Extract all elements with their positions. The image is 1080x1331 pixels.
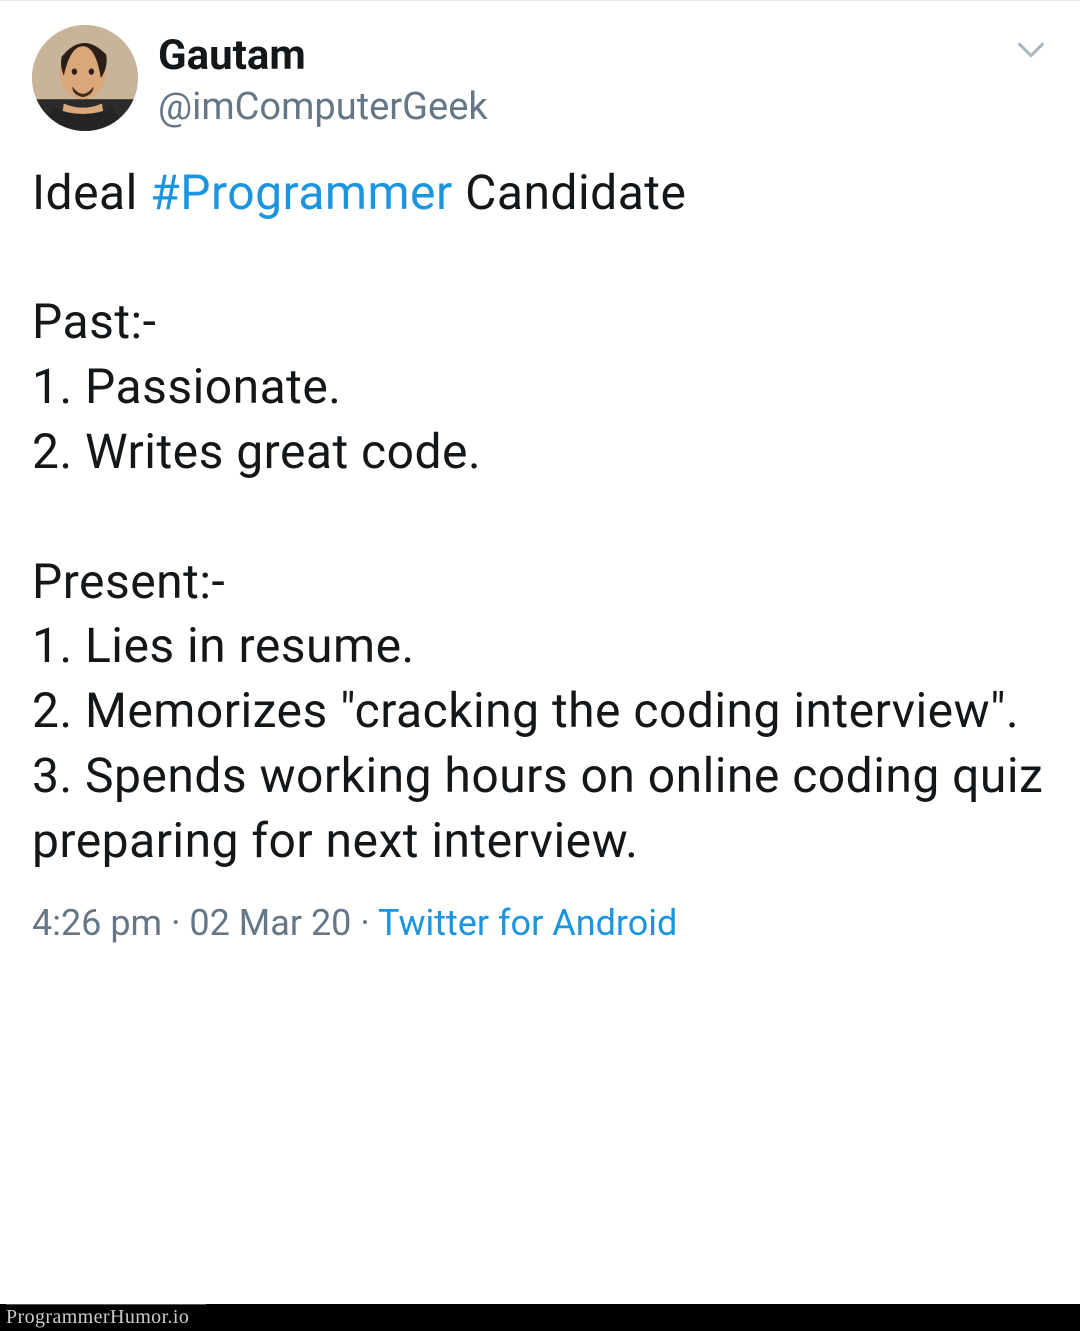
username[interactable]: @imComputerGeek (158, 83, 488, 132)
watermark-bar: ProgrammerHumor.io (0, 1304, 1080, 1331)
separator: · (351, 902, 378, 944)
present-item-3: 3. Spends working hours on online coding… (32, 744, 1048, 874)
tweet-date[interactable]: 02 Mar 20 (189, 902, 351, 944)
tweet-meta: 4:26 pm · 02 Mar 20 · Twitter for Androi… (32, 902, 1048, 944)
past-item-1: 1. Passionate. (32, 355, 1048, 420)
tweet-header: Gautam @imComputerGeek (32, 25, 1048, 133)
headline-line: Ideal #Programmer Candidate (32, 161, 1048, 226)
separator: · (162, 902, 189, 944)
hashtag-link[interactable]: #Programmer (150, 164, 453, 221)
user-info: Gautam @imComputerGeek (158, 25, 488, 133)
blank-line (32, 226, 1048, 291)
avatar-image (32, 25, 138, 131)
headline-suffix: Candidate (453, 164, 687, 221)
chevron-down-icon (1014, 33, 1048, 67)
present-title: Present:- (32, 550, 1048, 615)
display-name[interactable]: Gautam (158, 31, 488, 81)
past-item-2: 2. Writes great code. (32, 420, 1048, 485)
watermark-text: ProgrammerHumor.io (6, 1304, 206, 1329)
tweet-card: Gautam @imComputerGeek Ideal #Programmer… (0, 0, 1080, 964)
tweet-text: Ideal #Programmer Candidate Past:- 1. Pa… (32, 161, 1048, 874)
more-menu-button[interactable] (1014, 33, 1048, 71)
present-item-1: 1. Lies in resume. (32, 614, 1048, 679)
avatar[interactable] (32, 25, 138, 131)
past-title: Past:- (32, 290, 1048, 355)
tweet-source-link[interactable]: Twitter for Android (378, 902, 677, 944)
present-item-2: 2. Memorizes "cracking the coding interv… (32, 679, 1048, 744)
headline-prefix: Ideal (32, 164, 150, 221)
blank-line (32, 485, 1048, 550)
tweet-time[interactable]: 4:26 pm (32, 902, 162, 944)
